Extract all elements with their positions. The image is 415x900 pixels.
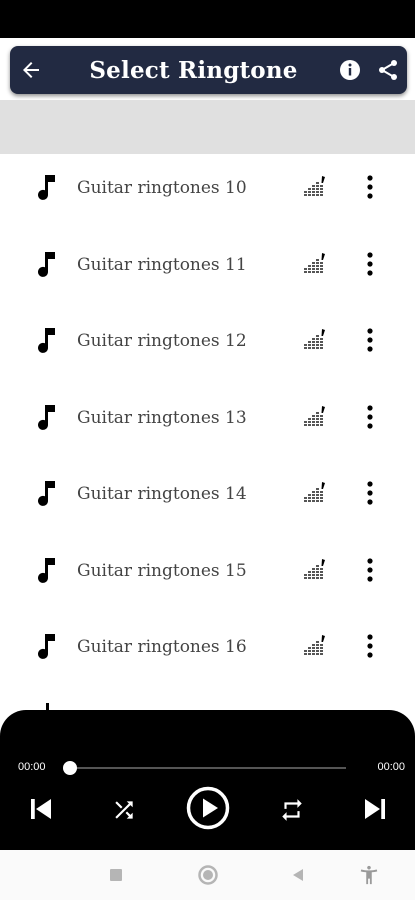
- page-title: Select Ringtone: [89, 56, 298, 84]
- accessibility-icon: [360, 865, 378, 885]
- banner-placeholder: [0, 100, 415, 154]
- next-button[interactable]: [358, 792, 392, 826]
- ringtone-equalizer-icon: [304, 176, 325, 196]
- ringtone-title: Guitar ringtones 13: [77, 407, 247, 428]
- skip-next-icon: [365, 799, 385, 819]
- ringtone-row[interactable]: Guitar ringtones 12: [0, 307, 415, 384]
- ringtone-row[interactable]: Guitar ringtones 11: [0, 231, 415, 308]
- back-button[interactable]: [16, 55, 46, 85]
- system-navigation-bar: [0, 850, 415, 900]
- more-vertical-icon: [367, 634, 373, 658]
- back-triangle-icon: [293, 869, 303, 881]
- ringtone-row[interactable]: Guitar ringtones 15: [0, 537, 415, 614]
- play-button[interactable]: [184, 784, 232, 832]
- ringtone-title: Guitar ringtones 16: [77, 637, 247, 657]
- info-icon: [340, 60, 360, 80]
- ringtone-title: Guitar ringtones 15: [77, 560, 247, 581]
- ringtone-title: Guitar ringtones 14: [77, 484, 247, 504]
- music-note-icon: [38, 404, 55, 430]
- share-button[interactable]: [376, 58, 400, 82]
- shuffle-icon: [115, 801, 133, 819]
- previous-button[interactable]: [24, 792, 58, 826]
- shuffle-button[interactable]: [108, 794, 140, 826]
- music-note-icon: [38, 481, 55, 506]
- arrow-left-icon: [23, 62, 39, 78]
- more-vertical-icon: [367, 175, 373, 199]
- share-icon: [379, 60, 397, 80]
- more-vertical-icon: [367, 328, 373, 352]
- current-time: 00:00: [18, 761, 46, 773]
- recents-square-icon: [110, 869, 122, 881]
- ringtone-row[interactable]: Guitar ringtones 14: [0, 460, 415, 537]
- skip-previous-icon: [31, 799, 51, 819]
- ringtone-row[interactable]: Guitar ringtones 16: [0, 613, 415, 690]
- music-note-icon: [38, 328, 55, 353]
- home-circle-icon: [198, 865, 218, 885]
- more-vertical-icon: [367, 404, 373, 429]
- ringtone-title: Guitar ringtones 12: [77, 331, 247, 351]
- app-toolbar: Select Ringtone: [10, 46, 407, 94]
- music-note-icon: [38, 251, 55, 277]
- music-note-icon: [38, 557, 55, 583]
- ringtone-row[interactable]: Guitar ringtones 13: [0, 384, 415, 461]
- more-vertical-icon: [367, 557, 373, 582]
- ringtone-title: Guitar ringtones 11: [77, 254, 247, 275]
- audio-player: 00:00 00:00: [0, 710, 415, 850]
- more-vertical-icon: [367, 481, 373, 505]
- home-button[interactable]: [196, 863, 220, 887]
- repeat-icon: [282, 799, 302, 821]
- system-back-button[interactable]: [286, 863, 310, 887]
- ringtone-row[interactable]: Guitar ringtones 10: [0, 154, 415, 231]
- seek-bar[interactable]: [70, 767, 346, 769]
- ringtone-title: Guitar ringtones 10: [77, 178, 247, 198]
- ringtone-equalizer-icon: [304, 635, 325, 655]
- ringtone-equalizer-icon: [304, 558, 325, 579]
- total-time: 00:00: [377, 761, 405, 773]
- ringtone-equalizer-icon: [304, 252, 325, 273]
- music-note-icon: [38, 634, 55, 659]
- ringtone-equalizer-icon: [304, 405, 325, 426]
- more-vertical-icon: [367, 251, 373, 276]
- music-note-icon: [38, 175, 55, 200]
- repeat-button[interactable]: [276, 794, 308, 826]
- ringtone-list: Guitar ringtones 10 Guitar ringtones 11 Gu…: [0, 154, 415, 690]
- status-bar: [0, 0, 415, 38]
- ringtone-equalizer-icon: [304, 329, 325, 349]
- recents-button[interactable]: [104, 863, 128, 887]
- accessibility-button[interactable]: [357, 863, 381, 887]
- seek-thumb[interactable]: [63, 761, 77, 775]
- info-button[interactable]: [338, 58, 362, 82]
- ringtone-equalizer-icon: [304, 482, 325, 502]
- play-circle-icon: [186, 786, 230, 830]
